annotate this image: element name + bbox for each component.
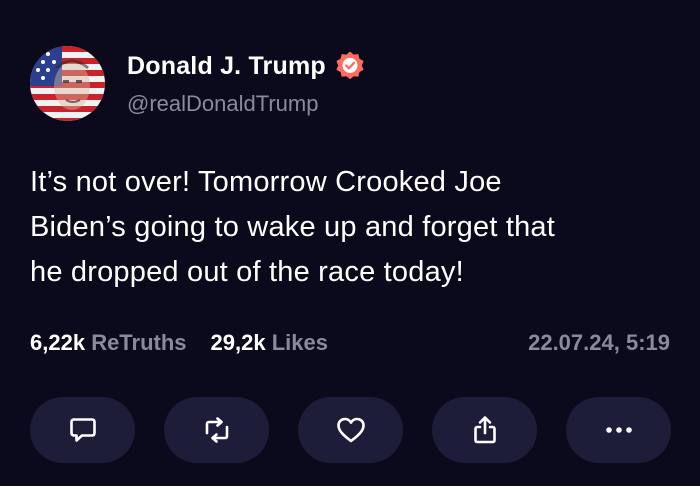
reply-icon <box>68 415 98 445</box>
post-timestamp: 22.07.24, 5:19 <box>528 330 670 355</box>
post-stats: 6,22k ReTruths 29,2k Likes 22.07.24, 5:1… <box>30 330 670 356</box>
like-button[interactable] <box>298 397 403 463</box>
likes-stat[interactable]: 29,2k Likes <box>211 330 328 356</box>
post-text-line: he dropped out of the race today! <box>30 256 464 288</box>
truth-post: Donald J. Trump @realDonaldTrump It’s no… <box>0 0 700 486</box>
likes-count: 29,2k <box>210 330 266 355</box>
share-icon <box>470 414 500 446</box>
post-text: It’s not over! Tomorrow Crooked Joe Bide… <box>30 160 670 295</box>
more-icon <box>603 425 635 435</box>
user-handle[interactable]: @realDonaldTrump <box>127 91 366 117</box>
display-name[interactable]: Donald J. Trump <box>127 52 326 81</box>
share-button[interactable] <box>432 397 537 463</box>
retruths-stat[interactable]: 6,22k ReTruths <box>30 330 187 356</box>
post-text-line: Biden’s going to wake up and forget that <box>30 211 556 243</box>
heart-icon <box>335 415 367 445</box>
post-text-line: It’s not over! Tomorrow Crooked Joe <box>30 166 502 198</box>
retruth-icon <box>201 415 233 445</box>
name-row: Donald J. Trump <box>127 50 366 82</box>
likes-label: Likes <box>271 330 328 355</box>
retruths-label: ReTruths <box>91 330 187 355</box>
more-button[interactable] <box>566 397 671 463</box>
user-names: Donald J. Trump @realDonaldTrump <box>127 50 366 117</box>
reply-button[interactable] <box>30 397 135 463</box>
action-bar <box>30 397 671 463</box>
post-header: Donald J. Trump @realDonaldTrump <box>30 46 366 121</box>
retruths-count: 6,22k <box>30 330 86 355</box>
verified-badge-icon <box>334 50 366 82</box>
retruth-button[interactable] <box>164 397 269 463</box>
avatar[interactable] <box>30 46 105 121</box>
